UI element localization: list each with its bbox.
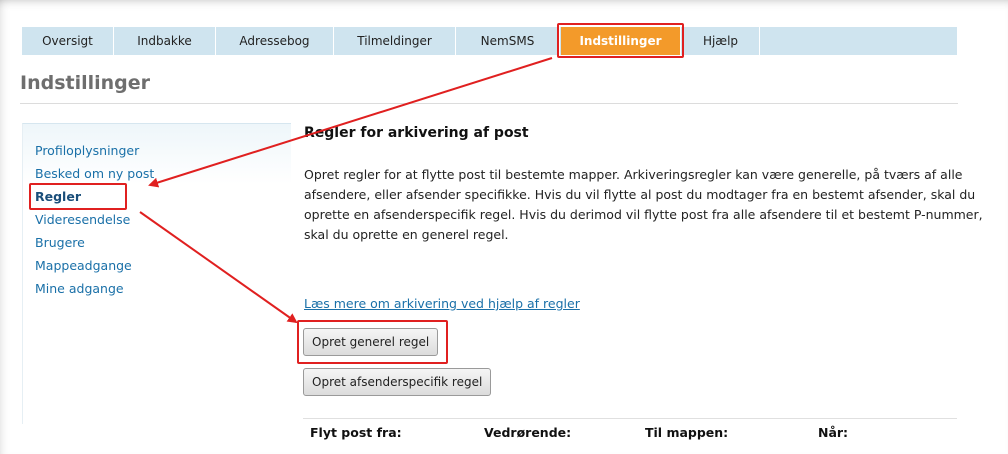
- table-divider: [303, 418, 957, 419]
- table-header-naar: Når:: [818, 425, 849, 440]
- table-header-til-mappen: Til mappen:: [645, 425, 729, 440]
- tab-oversigt[interactable]: Oversigt: [22, 27, 114, 55]
- sidebar-item-videresendelse[interactable]: Videresendelse: [35, 212, 130, 228]
- sidebar-item-brugere[interactable]: Brugere: [35, 235, 85, 251]
- table-header-flyt-post-fra: Flyt post fra:: [310, 425, 402, 440]
- sidebar-item-mappeadgange[interactable]: Mappeadgange: [35, 258, 132, 274]
- sidebar-item-profiloplysninger[interactable]: Profiloplysninger: [35, 143, 139, 159]
- tab-indbakke[interactable]: Indbakke: [114, 27, 216, 55]
- sidebar-highlight-box: [29, 183, 127, 210]
- table-header-vedroerende: Vedrørende:: [484, 425, 572, 440]
- page-title: Indstillinger: [20, 72, 151, 94]
- tab-highlight-box: [557, 23, 684, 58]
- tab-hjaelp[interactable]: Hjælp: [682, 27, 760, 55]
- button-highlight-box: [297, 320, 448, 364]
- tab-tilmeldinger[interactable]: Tilmeldinger: [334, 27, 456, 55]
- read-more-link[interactable]: Læs mere om arkivering ved hjælp af regl…: [304, 296, 580, 311]
- tab-adressebog[interactable]: Adressebog: [216, 27, 334, 55]
- title-divider: [20, 103, 958, 104]
- sidebar-item-mine-adgange[interactable]: Mine adgange: [35, 281, 124, 297]
- content-description: Opret regler for at flytte post til best…: [304, 167, 983, 242]
- sidebar-item-besked-om-ny-post[interactable]: Besked om ny post: [35, 166, 154, 182]
- tab-nemsms[interactable]: NemSMS: [456, 27, 560, 55]
- content-title: Regler for arkivering af post: [304, 125, 529, 141]
- create-sender-specific-rule-button[interactable]: Opret afsenderspecifik regel: [303, 368, 492, 396]
